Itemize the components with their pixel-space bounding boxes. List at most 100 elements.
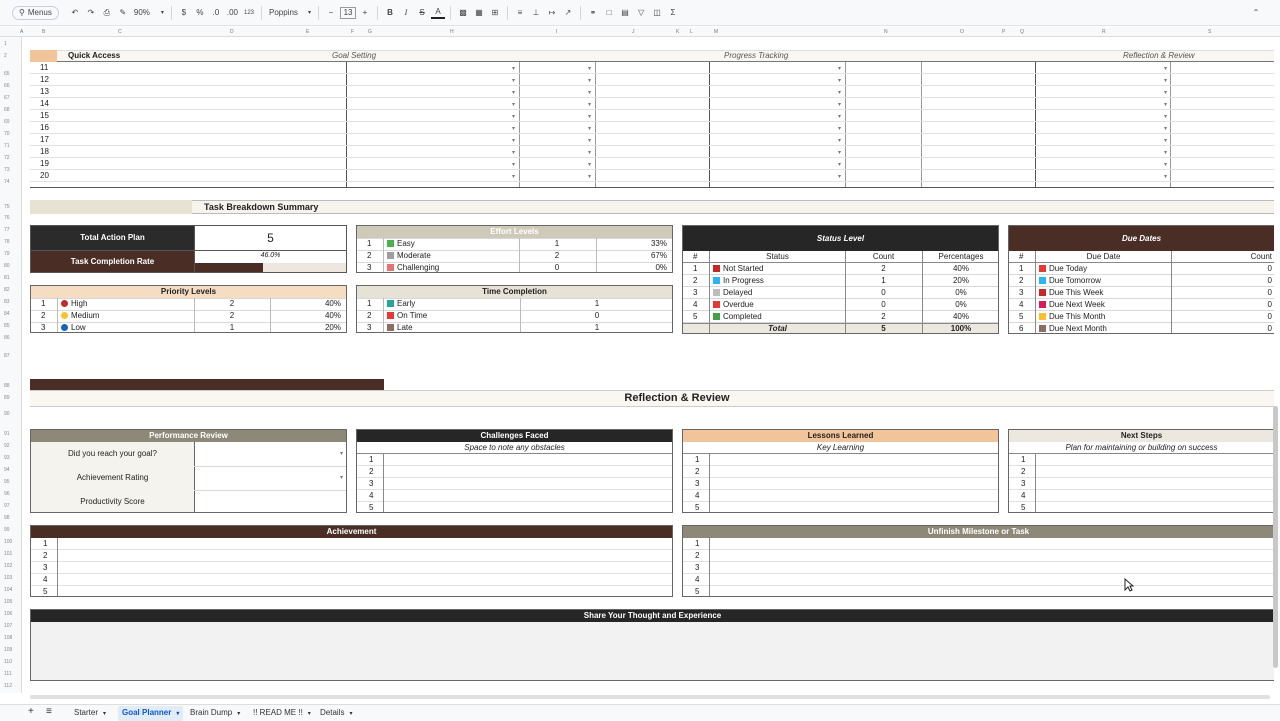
dropdown-chevron-icon[interactable]: ▾	[588, 149, 591, 156]
dropdown-chevron-icon[interactable]: ▾	[512, 149, 515, 156]
row-header[interactable]: 74	[4, 179, 10, 185]
font-size-increase-icon[interactable]: +	[358, 4, 372, 22]
text-rotate-icon[interactable]: ↗	[561, 4, 575, 22]
dropdown-chevron-icon[interactable]: ▾	[838, 65, 841, 72]
column-header[interactable]: N	[884, 29, 888, 35]
row-header[interactable]: 2	[4, 53, 7, 59]
row-header[interactable]: 73	[4, 167, 10, 173]
redo-icon[interactable]: ↷	[84, 4, 98, 22]
row-header[interactable]: 94	[4, 467, 10, 473]
dropdown-chevron-icon[interactable]: ▾	[838, 173, 841, 180]
sheet-tab[interactable]: !! READ ME !! ▾	[251, 708, 313, 717]
note-input[interactable]	[710, 502, 998, 512]
column-header[interactable]: I	[556, 29, 557, 35]
dropdown-chevron-icon[interactable]: ▾	[1164, 149, 1167, 156]
count-value[interactable]: 0	[845, 287, 922, 299]
percent-value[interactable]: 20%	[271, 322, 341, 332]
row-header[interactable]: 81	[4, 275, 10, 281]
column-header[interactable]: J	[632, 29, 635, 35]
column-header[interactable]: R	[1102, 29, 1106, 35]
due-row-label[interactable]: Due Today	[1039, 263, 1087, 275]
count-value[interactable]: 1	[519, 238, 595, 250]
row-header[interactable]: 103	[4, 575, 12, 581]
row-header[interactable]: 96	[4, 491, 10, 497]
column-header[interactable]: G	[368, 29, 372, 35]
column-header[interactable]: H	[450, 29, 454, 35]
row-header[interactable]: 77	[4, 227, 10, 233]
column-header[interactable]: M	[714, 29, 718, 35]
increase-decimal-button[interactable]: .00	[225, 4, 240, 22]
count-value[interactable]: 0	[1172, 287, 1272, 299]
dropdown-chevron-icon[interactable]: ▾	[512, 89, 515, 96]
row-header[interactable]: 109	[4, 647, 12, 653]
goal-setting-label[interactable]: Goal Setting	[332, 50, 376, 62]
effort-levels-row-label[interactable]: Challenging	[387, 262, 439, 272]
note-input[interactable]	[384, 502, 672, 512]
due-row-label[interactable]: Due Next Month	[1039, 323, 1107, 333]
time-completion-row-label[interactable]: On Time	[387, 310, 427, 322]
vertical-align-icon[interactable]: ⊥	[529, 4, 543, 22]
row-header[interactable]: 102	[4, 563, 12, 569]
row-header[interactable]: 88	[4, 383, 10, 389]
status-row-label[interactable]: Not Started	[713, 263, 763, 275]
bold-button[interactable]: B	[383, 4, 397, 22]
row-header[interactable]: 66	[4, 83, 10, 89]
percent-value[interactable]: 20%	[922, 275, 998, 287]
note-input[interactable]	[58, 550, 672, 562]
column-header[interactable]: P	[1002, 29, 1005, 35]
filter-views-icon[interactable]: ◫	[650, 4, 664, 22]
dropdown-chevron-icon[interactable]: ▾	[512, 137, 515, 144]
dropdown-chevron-icon[interactable]: ▾	[1164, 161, 1167, 168]
percent-value[interactable]: 40%	[271, 298, 341, 310]
row-header[interactable]: 112	[4, 683, 12, 689]
dropdown-chevron-icon[interactable]: ▾	[838, 113, 841, 120]
count-value[interactable]: 0	[845, 299, 922, 311]
column-header[interactable]: B	[42, 29, 45, 35]
column-header[interactable]: A	[20, 29, 23, 35]
note-input[interactable]	[710, 490, 998, 502]
count-value[interactable]: 2	[194, 310, 270, 322]
dropdown-chevron-icon[interactable]: ▾	[838, 149, 841, 156]
completion-rate-value[interactable]: 46.0%	[194, 251, 346, 261]
note-input[interactable]	[1036, 490, 1274, 502]
dropdown-chevron-icon[interactable]: ▾	[588, 113, 591, 120]
row-header[interactable]: 97	[4, 503, 10, 509]
row-header[interactable]: 1	[4, 41, 7, 47]
percent-value[interactable]: 33%	[597, 238, 667, 250]
column-header[interactable]: Q	[1020, 29, 1024, 35]
text-color-button[interactable]: A	[431, 7, 446, 19]
row-header[interactable]: 65	[4, 71, 10, 77]
chevron-down-icon[interactable]: ▾	[349, 711, 352, 717]
column-header[interactable]: D	[230, 29, 234, 35]
row-header[interactable]: 86	[4, 335, 10, 341]
font-size-input[interactable]: 13	[340, 6, 357, 19]
percent-value[interactable]: 0%	[597, 262, 667, 272]
column-header[interactable]: F	[351, 29, 354, 35]
sheet-tab[interactable]: Goal Planner ▾	[118, 706, 184, 721]
dropdown-chevron-icon[interactable]: ▾	[588, 125, 591, 132]
dropdown-chevron-icon[interactable]: ▾	[1164, 89, 1167, 96]
row-header[interactable]: 89	[4, 395, 10, 401]
note-input[interactable]	[384, 490, 672, 502]
dropdown-chevron-icon[interactable]: ▾	[838, 125, 841, 132]
count-value[interactable]: 1	[194, 322, 270, 332]
dropdown-chevron-icon[interactable]: ▾	[588, 65, 591, 72]
row-header[interactable]: 87	[4, 353, 10, 359]
row-header[interactable]: 78	[4, 239, 10, 245]
dropdown-chevron-icon[interactable]: ▾	[1164, 173, 1167, 180]
percent-value[interactable]: 40%	[922, 311, 998, 323]
row-header[interactable]: 82	[4, 287, 10, 293]
priority-levels-row-label[interactable]: High	[61, 298, 87, 310]
note-input[interactable]	[710, 550, 1274, 562]
row-header[interactable]: 70	[4, 131, 10, 137]
borders-icon[interactable]: ▦	[472, 4, 486, 22]
column-header[interactable]: S	[1208, 29, 1211, 35]
note-input[interactable]	[710, 574, 1274, 586]
dropdown-chevron-icon[interactable]: ▾	[588, 161, 591, 168]
zoom-select[interactable]: 90% ▾	[132, 4, 166, 22]
count-value[interactable]: 2	[519, 250, 595, 262]
row-header[interactable]: 85	[4, 323, 10, 329]
font-select[interactable]: Poppins ▾	[267, 4, 313, 22]
chevron-down-icon[interactable]: ▾	[103, 711, 106, 717]
row-header[interactable]: 105	[4, 599, 12, 605]
